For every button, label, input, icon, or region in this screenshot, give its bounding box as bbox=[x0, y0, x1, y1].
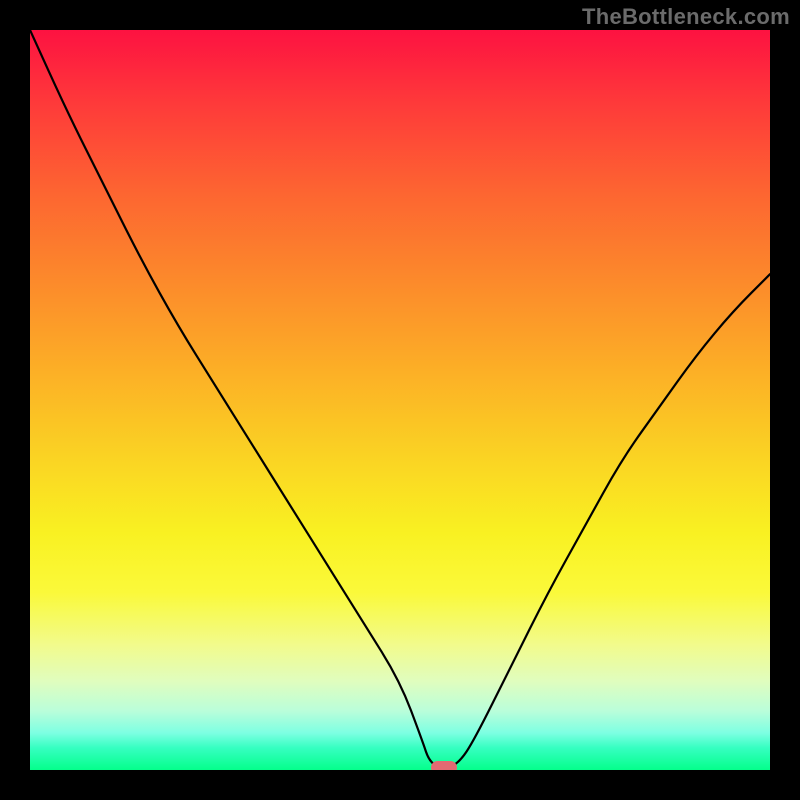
chart-stage: TheBottleneck.com bbox=[0, 0, 800, 800]
watermark-text: TheBottleneck.com bbox=[582, 4, 790, 30]
bottleneck-curve bbox=[30, 30, 770, 770]
plot-area bbox=[30, 30, 770, 770]
curve-path bbox=[30, 30, 770, 768]
optimum-marker bbox=[431, 761, 457, 770]
